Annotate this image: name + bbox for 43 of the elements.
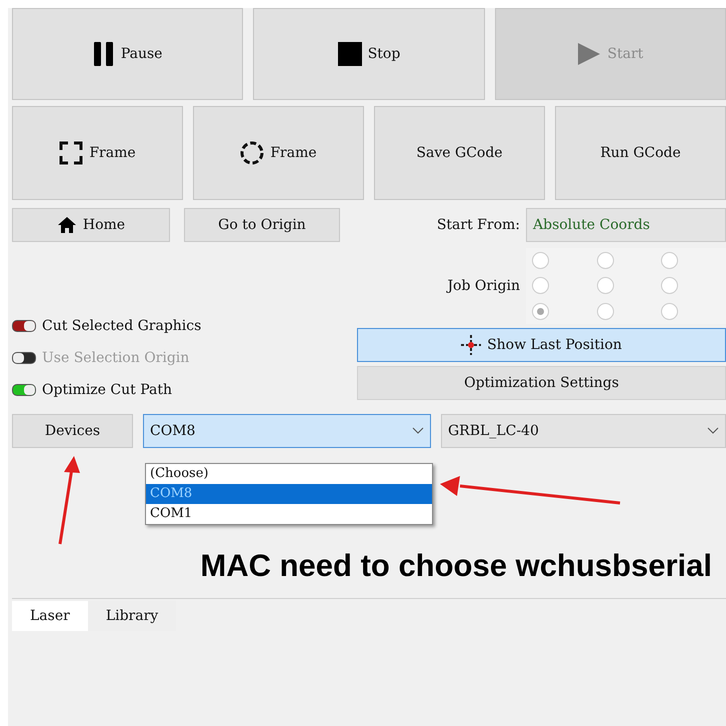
origin-radio[interactable] bbox=[532, 277, 549, 294]
origin-radio[interactable] bbox=[661, 302, 678, 320]
origin-radio[interactable] bbox=[532, 302, 549, 320]
toolbar-button[interactable]: Frame bbox=[12, 106, 183, 200]
toggle-label: Cut Selected Graphics bbox=[42, 318, 202, 334]
origin-radio[interactable] bbox=[596, 277, 614, 294]
crosshair-icon bbox=[461, 335, 482, 355]
go-to-origin-button[interactable]: Go to Origin bbox=[184, 208, 340, 242]
toggle-switch[interactable] bbox=[12, 384, 36, 396]
origin-radio[interactable] bbox=[532, 252, 549, 270]
chevron-icon bbox=[707, 427, 719, 435]
optimization-settings-button[interactable]: Optimization Settings bbox=[357, 366, 726, 400]
home-icon bbox=[56, 216, 77, 234]
annotation-text: MAC need to choose wchusbserial bbox=[200, 548, 712, 584]
device-select[interactable]: GRBL_LC-40 bbox=[441, 414, 726, 448]
chevron-icon bbox=[412, 427, 424, 435]
frame-circle-icon bbox=[240, 141, 264, 165]
toggle-switch[interactable] bbox=[12, 320, 36, 332]
toolbar-button[interactable]: Frame bbox=[193, 106, 364, 200]
toggle-label: Use Selection Origin bbox=[42, 350, 190, 366]
origin-radio[interactable] bbox=[596, 252, 614, 270]
show-last-position-button[interactable]: Show Last Position bbox=[357, 328, 726, 362]
toggle-label: Optimize Cut Path bbox=[42, 382, 172, 398]
port-option[interactable]: (Choose) bbox=[146, 464, 432, 484]
origin-radio[interactable] bbox=[596, 302, 614, 320]
devices-button[interactable]: Devices bbox=[12, 414, 133, 448]
port-select[interactable]: COM8 bbox=[143, 414, 431, 448]
arrow-icon bbox=[440, 476, 622, 506]
job-origin-label: Job Origin bbox=[447, 278, 520, 294]
port-option[interactable]: COM1 bbox=[146, 504, 432, 524]
start-from-select[interactable]: Absolute Coords bbox=[526, 208, 726, 242]
origin-radio[interactable] bbox=[661, 277, 678, 294]
home-button[interactable]: Home bbox=[12, 208, 170, 242]
start-from-label: Start From: bbox=[436, 217, 520, 233]
toolbar-button[interactable]: Save GCode bbox=[374, 106, 545, 200]
toolbar-button[interactable]: Run GCode bbox=[555, 106, 726, 200]
toolbar-button[interactable]: Stop bbox=[253, 8, 485, 100]
play-icon bbox=[577, 42, 602, 66]
toolbar-button[interactable]: Pause bbox=[12, 8, 244, 100]
origin-radio[interactable] bbox=[661, 252, 678, 270]
panel-tab[interactable]: Laser bbox=[12, 601, 88, 631]
pause-icon bbox=[92, 41, 115, 67]
stop-icon bbox=[338, 42, 362, 66]
